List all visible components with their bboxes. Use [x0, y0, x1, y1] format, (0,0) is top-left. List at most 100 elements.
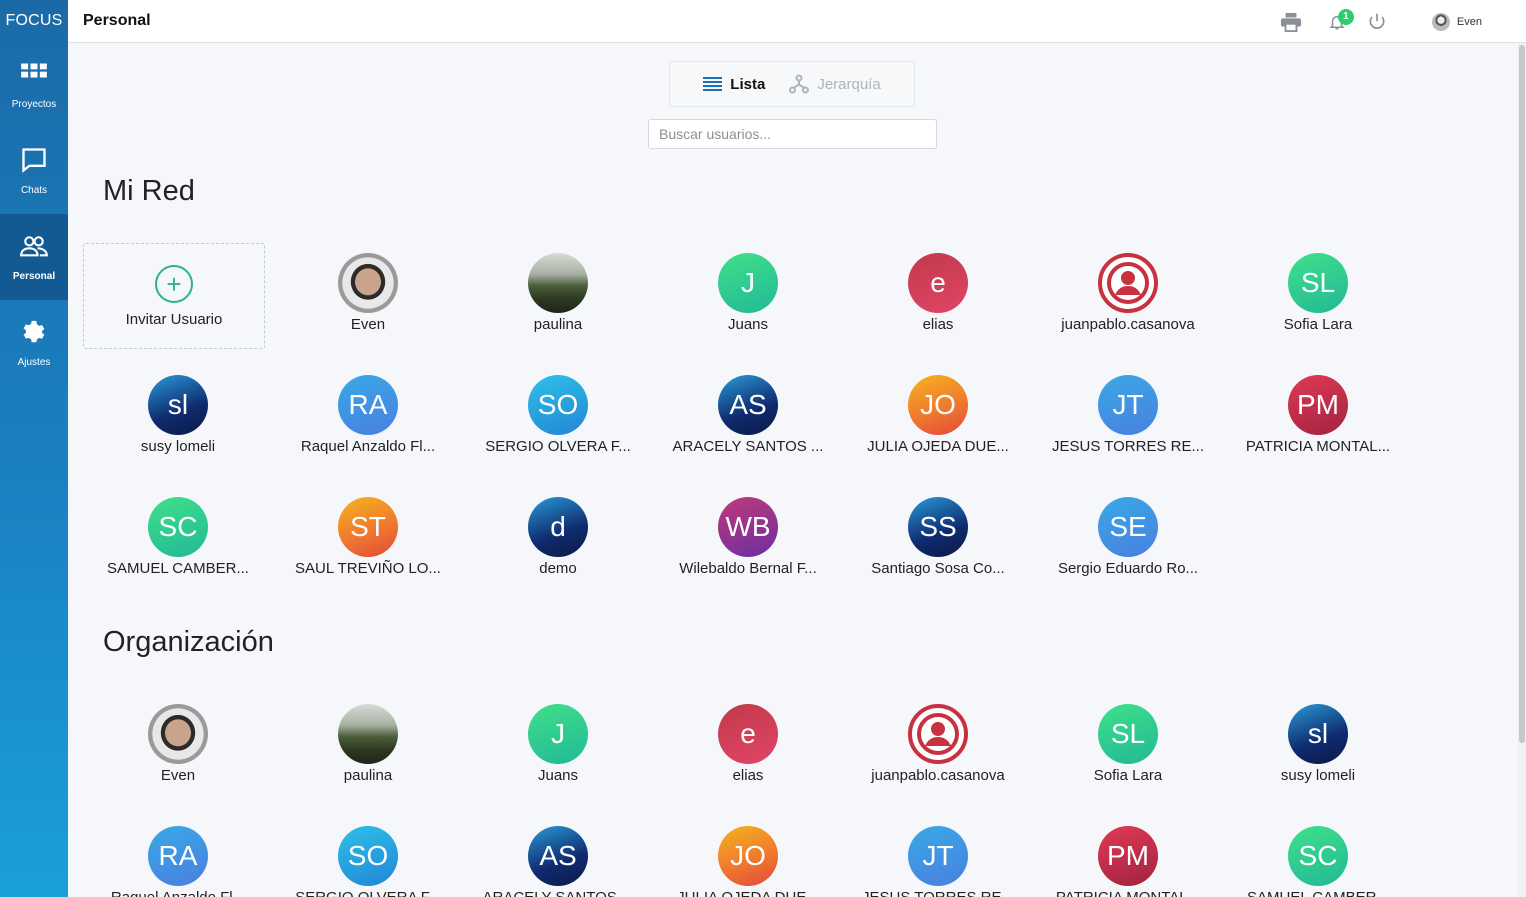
search-input[interactable] — [648, 119, 937, 149]
avatar: J — [718, 253, 778, 313]
avatar — [148, 704, 208, 764]
user-name: susy lomeli — [140, 438, 216, 455]
plus-icon: + — [155, 264, 193, 303]
user-card[interactable]: J Juans — [653, 243, 843, 365]
avatar: JT — [1098, 375, 1158, 435]
user-card[interactable]: sl susy lomeli — [1223, 694, 1413, 816]
user-card[interactable]: d demo — [463, 487, 653, 609]
sidebar-item-proyectos[interactable]: Proyectos — [0, 42, 68, 128]
power-icon[interactable] — [1366, 11, 1388, 33]
user-card[interactable]: SE Sergio Eduardo Ro... — [1033, 487, 1223, 609]
avatar: SE — [1098, 497, 1158, 557]
user-card[interactable]: Even — [273, 243, 463, 365]
user-card[interactable]: ST SAUL TREVIÑO LO... — [273, 487, 463, 609]
user-card[interactable]: AS ARACELY SANTOS ... — [463, 816, 653, 897]
user-card[interactable]: JT JESUS TORRES RE... — [1033, 365, 1223, 487]
user-name: Juans — [727, 316, 769, 333]
avatar: AS — [718, 375, 778, 435]
user-card[interactable]: JO JULIA OJEDA DUE... — [843, 365, 1033, 487]
avatar — [338, 704, 398, 764]
avatar: sl — [1288, 704, 1348, 764]
avatar — [1431, 12, 1450, 31]
tab-lista[interactable]: Lista — [703, 76, 765, 93]
chat-icon — [20, 146, 48, 179]
user-name: Wilebaldo Bernal F... — [679, 560, 817, 577]
avatar: WB — [718, 497, 778, 557]
user-name: Juans — [537, 767, 579, 784]
user-card[interactable]: sl susy lomeli — [83, 365, 273, 487]
user-card[interactable]: paulina — [273, 694, 463, 816]
view-toggle: Lista Jerarquía — [669, 61, 915, 107]
sidebar: FOCUS Proyectos Chats Personal Ajustes — [0, 0, 68, 897]
user-name: SAUL TREVIÑO LO... — [295, 560, 441, 577]
section-title-mi-red: Mi Red — [103, 175, 195, 207]
user-card[interactable]: SO SERGIO OLVERA F... — [273, 816, 463, 897]
default-profile-icon — [908, 704, 968, 764]
avatar: SO — [338, 826, 398, 886]
user-card[interactable]: AS ARACELY SANTOS ... — [653, 365, 843, 487]
user-card[interactable]: SS Santiago Sosa Co... — [843, 487, 1033, 609]
tab-jerarquia[interactable]: Jerarquía — [789, 74, 881, 94]
user-card[interactable]: SC SAMUEL CAMBER... — [83, 487, 273, 609]
user-name: juanpablo.casanova — [1061, 316, 1195, 333]
user-name: Santiago Sosa Co... — [871, 560, 1005, 577]
print-icon[interactable] — [1280, 11, 1302, 33]
user-name: JESUS TORRES RE... — [862, 889, 1014, 897]
section-title-organizacion: Organización — [103, 626, 274, 658]
user-name: Even — [350, 316, 386, 333]
user-name: elias — [732, 767, 764, 784]
user-card[interactable]: SL Sofia Lara — [1033, 694, 1223, 816]
avatar: SC — [1288, 826, 1348, 886]
user-card[interactable]: SO SERGIO OLVERA F... — [463, 365, 653, 487]
avatar: e — [908, 253, 968, 313]
user-name: SERGIO OLVERA F... — [295, 889, 441, 897]
avatar: JO — [908, 375, 968, 435]
notification-badge: 1 — [1337, 8, 1354, 25]
sidebar-item-ajustes[interactable]: Ajustes — [0, 300, 68, 386]
user-card[interactable]: PM PATRICIA MONTAL... — [1033, 816, 1223, 897]
avatar: SL — [1288, 253, 1348, 313]
user-name: ARACELY SANTOS ... — [483, 889, 634, 897]
user-card[interactable]: SL Sofia Lara — [1223, 243, 1413, 365]
user-card[interactable]: juanpablo.casanova — [1033, 243, 1223, 365]
sidebar-item-label: Ajustes — [17, 357, 51, 368]
list-icon — [703, 77, 723, 91]
user-name: PATRICIA MONTAL... — [1056, 889, 1200, 897]
user-card[interactable]: RA Raquel Anzaldo Fl... — [83, 816, 273, 897]
user-name: SERGIO OLVERA F... — [485, 438, 631, 455]
hierarchy-icon — [789, 74, 810, 94]
avatar: JT — [908, 826, 968, 886]
scrollbar-thumb[interactable] — [1519, 45, 1525, 743]
app-brand: FOCUS — [5, 12, 63, 29]
default-profile-icon — [1098, 253, 1158, 313]
user-name: Sofia Lara — [1093, 767, 1163, 784]
user-card[interactable]: e elias — [843, 243, 1033, 365]
user-card[interactable]: e elias — [653, 694, 843, 816]
user-card[interactable]: JO JULIA OJEDA DUE... — [653, 816, 843, 897]
user-name: paulina — [533, 316, 583, 333]
sidebar-item-chats[interactable]: Chats — [0, 128, 68, 214]
user-card[interactable]: JT JESUS TORRES RE... — [843, 816, 1033, 897]
user-menu[interactable]: Even — [1431, 12, 1482, 31]
user-card[interactable]: SC SAMUEL CAMBER... — [1223, 816, 1413, 897]
user-card[interactable]: juanpablo.casanova — [843, 694, 1033, 816]
user-name: JESUS TORRES RE... — [1052, 438, 1204, 455]
user-card[interactable]: PM PATRICIA MONTAL... — [1223, 365, 1413, 487]
sidebar-item-personal[interactable]: Personal — [0, 214, 68, 300]
user-name: Raquel Anzaldo Fl... — [111, 889, 245, 897]
avatar: PM — [1288, 375, 1348, 435]
organizacion-grid: Even paulina J Juans e elias juanpablo.casanov… — [83, 694, 1413, 897]
user-card[interactable]: J Juans — [463, 694, 653, 816]
notification-bell-icon[interactable]: 1 — [1326, 8, 1354, 33]
user-card[interactable]: RA Raquel Anzaldo Fl... — [273, 365, 463, 487]
sidebar-item-label: Chats — [20, 185, 48, 196]
sidebar-item-label: Personal — [12, 271, 56, 282]
invite-user-button[interactable]: + Invitar Usuario — [83, 243, 265, 349]
topbar: Personal 1 Even — [68, 0, 1526, 43]
user-name: SAMUEL CAMBER... — [1247, 889, 1389, 897]
user-card[interactable]: Even — [83, 694, 273, 816]
people-icon — [20, 232, 48, 265]
user-name: elias — [922, 316, 954, 333]
user-card[interactable]: WB Wilebaldo Bernal F... — [653, 487, 843, 609]
user-card[interactable]: paulina — [463, 243, 653, 365]
